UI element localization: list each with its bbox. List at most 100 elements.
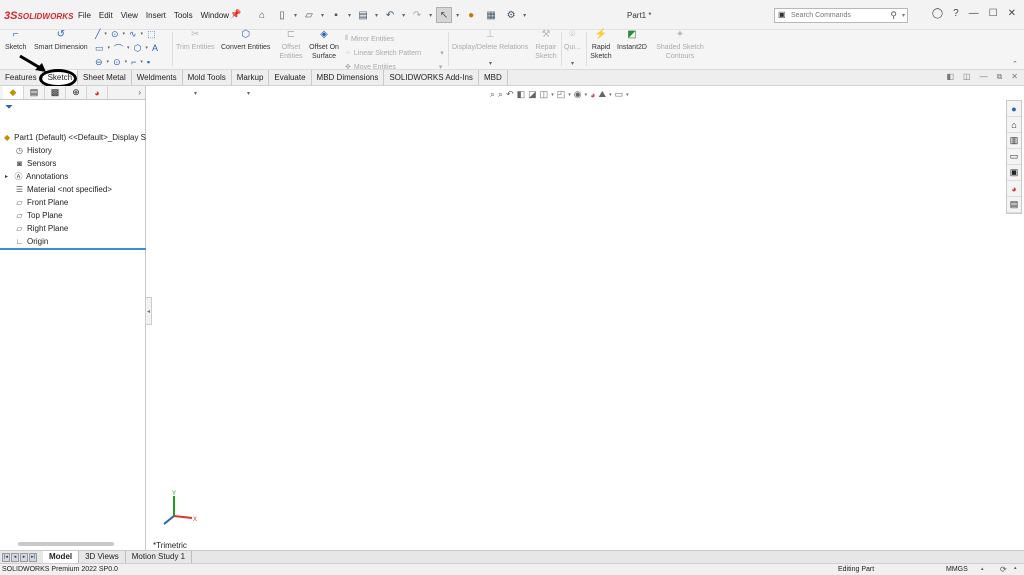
rebuild-icon[interactable]: ●: [463, 7, 479, 23]
appearances-icon[interactable]: ◕: [1007, 181, 1021, 197]
prev-tab-icon[interactable]: ◂: [11, 552, 19, 562]
sketch-picture-icon[interactable]: ⬚: [147, 29, 156, 40]
last-tab-icon[interactable]: ▸|: [29, 552, 37, 562]
search-commands-box[interactable]: ▣ Search Commands ⚲ ▾: [774, 8, 908, 23]
rapid-sketch-button[interactable]: ⚡ Rapid Sketch: [589, 30, 613, 61]
menu-window[interactable]: Window: [201, 11, 229, 20]
menu-file[interactable]: File: [78, 11, 91, 20]
minimize-icon[interactable]: —: [969, 8, 979, 19]
shaded-sketch-contours-button[interactable]: ✦ Shaded Sketch Contours: [655, 30, 705, 61]
tab-weldments[interactable]: Weldments: [132, 70, 183, 85]
display-manager-icon[interactable]: ◕: [87, 86, 108, 99]
menu-edit[interactable]: Edit: [99, 11, 113, 20]
save-icon[interactable]: ▪: [328, 7, 344, 23]
tab-markup[interactable]: Markup: [232, 70, 270, 85]
tree-item-material[interactable]: ☰ Material <not specified>: [14, 183, 146, 196]
tab-mbd[interactable]: MBD: [479, 70, 508, 85]
expand-icon[interactable]: ▸: [5, 173, 13, 180]
quick-snaps-button[interactable]: ⌾ Qui...: [564, 30, 581, 52]
solidworks-resources-icon[interactable]: ●: [1007, 101, 1021, 117]
line-icon[interactable]: ╱: [95, 29, 100, 40]
chevron-down-icon[interactable]: ▾: [523, 12, 526, 19]
maximize-doc-icon[interactable]: ⧉: [997, 72, 1003, 82]
plane-icon[interactable]: ⌐: [131, 57, 136, 67]
home-icon[interactable]: ⌂: [1007, 117, 1021, 133]
chevron-up-icon[interactable]: ▴: [981, 566, 984, 572]
tree-item-history[interactable]: ◷ History: [14, 144, 146, 157]
file-properties-icon[interactable]: ▦: [483, 7, 499, 23]
section-view-icon[interactable]: ◧: [517, 89, 526, 100]
tree-item-annotations[interactable]: ▸ Ⓐ Annotations: [5, 170, 146, 183]
new-document-icon[interactable]: ▯: [274, 7, 290, 23]
chevron-down-icon[interactable]: ▾: [375, 12, 378, 19]
smart-dimension-button[interactable]: ↺ Smart Dimension: [34, 30, 88, 52]
tab-sheet-metal[interactable]: Sheet Metal: [78, 70, 132, 85]
tile-icon[interactable]: ◧: [946, 72, 954, 82]
tree-root-part[interactable]: ◆ Part1 (Default) <<Default>_Display S: [2, 131, 146, 144]
tab-motion-study[interactable]: Motion Study 1: [126, 551, 193, 563]
user-icon[interactable]: ◯: [932, 8, 943, 19]
hide-show-items-icon[interactable]: ◉: [574, 89, 582, 100]
dimxpert-manager-icon[interactable]: ⊕: [66, 86, 87, 99]
chevron-down-icon[interactable]: ▾: [348, 12, 351, 19]
fillet-icon[interactable]: ⊙: [113, 57, 121, 68]
feature-manager-icon[interactable]: ◆: [3, 86, 24, 99]
menu-view[interactable]: View: [121, 11, 138, 20]
chevron-down-icon[interactable]: ▾: [902, 12, 905, 19]
maximize-icon[interactable]: ☐: [989, 8, 998, 19]
polygon-icon[interactable]: ⬡: [134, 43, 142, 54]
point-icon[interactable]: ▪: [147, 57, 150, 67]
rollback-bar[interactable]: [0, 248, 146, 250]
menu-insert[interactable]: Insert: [146, 11, 166, 20]
apply-scene-icon[interactable]: ⛰: [599, 89, 607, 100]
chevron-down-icon[interactable]: ▾: [247, 90, 250, 97]
chevron-down-icon[interactable]: ▾: [402, 12, 405, 19]
chevron-down-icon[interactable]: ▾: [571, 60, 574, 67]
chevron-down-icon[interactable]: ▾: [456, 12, 459, 19]
pin-icon[interactable]: 📌: [230, 9, 241, 20]
circle-icon[interactable]: ⊙: [111, 29, 119, 40]
display-delete-relations-button[interactable]: ⊥ Display/Delete Relations: [452, 30, 528, 52]
search-icon[interactable]: ⚲: [890, 10, 897, 21]
tab-model[interactable]: Model: [43, 551, 80, 563]
previous-view-icon[interactable]: ↶: [506, 89, 514, 100]
horizontal-scrollbar[interactable]: [18, 542, 114, 546]
edit-appearance-icon[interactable]: ◕: [590, 90, 595, 100]
tree-item-front-plane[interactable]: ▱ Front Plane: [14, 196, 146, 209]
tree-item-top-plane[interactable]: ▱ Top Plane: [14, 209, 146, 222]
options-gear-icon[interactable]: ⚙: [503, 7, 519, 23]
filter-icon[interactable]: ⏷: [0, 100, 145, 115]
chevron-down-icon[interactable]: ▾: [321, 12, 324, 19]
tab-solidworks-add-ins[interactable]: SOLIDWORKS Add-Ins: [384, 70, 479, 85]
chevron-right-icon[interactable]: ›: [138, 88, 141, 97]
tree-item-origin[interactable]: ∟ Origin: [14, 235, 146, 248]
close-icon[interactable]: ✕: [1008, 8, 1016, 19]
open-icon[interactable]: ▱: [301, 7, 317, 23]
panel-collapse-handle[interactable]: ◂: [145, 297, 152, 325]
units-selector[interactable]: MMGS: [946, 566, 968, 573]
custom-properties-icon[interactable]: ▤: [1007, 197, 1021, 213]
chevron-up-icon[interactable]: ▴: [1014, 565, 1017, 571]
repair-sketch-button[interactable]: ⚒ Repair Sketch: [535, 30, 557, 61]
tree-item-right-plane[interactable]: ▱ Right Plane: [14, 222, 146, 235]
file-explorer-icon[interactable]: ▭: [1007, 149, 1021, 165]
trim-entities-button[interactable]: ✂ Trim Entities: [176, 30, 215, 52]
view-orientation-icon[interactable]: ◫: [540, 89, 549, 100]
view-settings-icon[interactable]: ▭: [615, 89, 624, 100]
tab-mbd-dimensions[interactable]: MBD Dimensions: [312, 70, 385, 85]
mirror-entities-button[interactable]: ⫴ Mirror Entities: [345, 33, 444, 45]
tab-3d-views[interactable]: 3D Views: [79, 551, 126, 563]
instant2d-button[interactable]: ◩ Instant2D: [617, 30, 647, 52]
zoom-to-area-icon[interactable]: ⌕: [498, 89, 503, 100]
next-tab-icon[interactable]: ▸: [20, 552, 28, 562]
chevron-down-icon[interactable]: ▾: [440, 49, 444, 57]
display-style-icon[interactable]: ◰: [557, 89, 566, 100]
dynamic-annotation-icon[interactable]: ◪: [528, 89, 537, 100]
close-doc-icon[interactable]: ✕: [1011, 72, 1018, 82]
sketch-button[interactable]: ⌐ Sketch: [5, 30, 26, 52]
menu-tools[interactable]: Tools: [174, 11, 193, 20]
slot-icon[interactable]: ⊖: [95, 57, 103, 68]
solidworks-logo[interactable]: 3S SOLIDWORKS: [4, 9, 74, 23]
chevron-down-icon[interactable]: ▾: [194, 90, 197, 97]
tab-evaluate[interactable]: Evaluate: [269, 70, 312, 85]
